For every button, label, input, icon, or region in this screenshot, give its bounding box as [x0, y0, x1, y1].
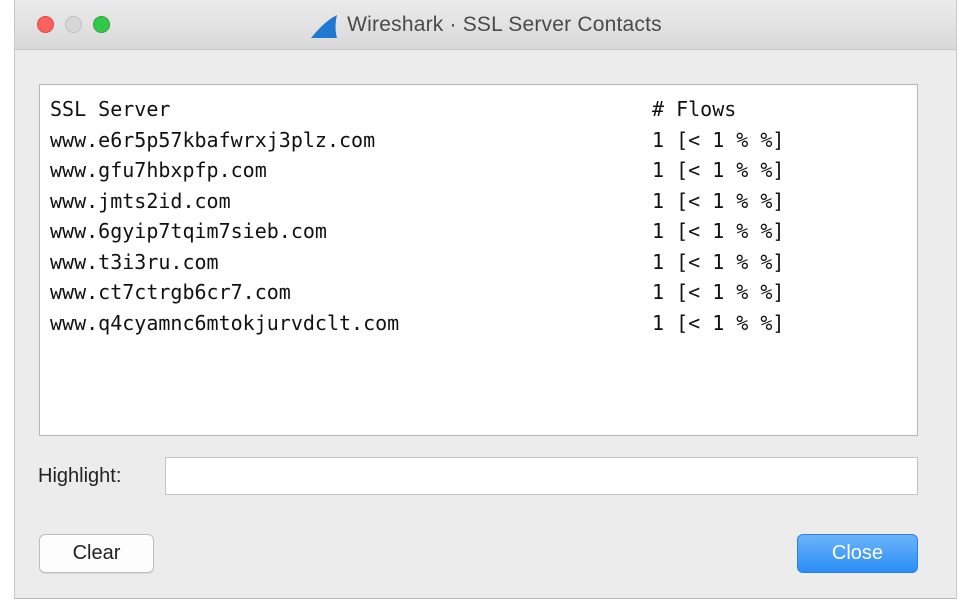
list-item[interactable]: www.ct7ctrgb6cr7.com 1 [< 1 % %] — [40, 277, 917, 308]
title-group: Wireshark · SSL Server Contacts — [15, 0, 956, 50]
wireshark-fin-icon — [311, 15, 338, 38]
window-title: Wireshark · SSL Server Contacts — [347, 13, 662, 36]
close-button[interactable]: Close — [797, 534, 918, 573]
list-item[interactable]: www.jmts2id.com 1 [< 1 % %] — [40, 186, 917, 217]
server-name: www.6gyip7tqim7sieb.com — [50, 219, 327, 243]
list-item[interactable]: www.q4cyamnc6mtokjurvdclt.com 1 [< 1 % %… — [40, 308, 917, 339]
list-item[interactable]: www.t3i3ru.com 1 [< 1 % %] — [40, 247, 917, 278]
list-item[interactable]: www.e6r5p57kbafwrxj3plz.com 1 [< 1 % %] — [40, 125, 917, 156]
server-name: www.gfu7hbxpfp.com — [50, 158, 267, 182]
highlight-label: Highlight: — [38, 465, 122, 487]
server-name: www.q4cyamnc6mtokjurvdclt.com — [50, 310, 400, 335]
flow-count: 1 [< 1 % %] — [652, 249, 785, 274]
flow-count: 1 [< 1 % %] — [652, 188, 785, 213]
column-header-server: SSL Server — [50, 97, 171, 121]
flow-count: 1 [< 1 % %] — [652, 127, 785, 152]
highlight-input[interactable] — [165, 457, 918, 495]
server-name: www.e6r5p57kbafwrxj3plz.com — [50, 127, 376, 152]
flow-count: 1 [< 1 % %] — [652, 310, 785, 335]
ssl-server-list[interactable]: SSL Server # Flows www.e6r5p57kbafwrxj3p… — [39, 84, 918, 436]
server-name: www.jmts2id.com — [50, 188, 231, 213]
clear-button[interactable]: Clear — [39, 534, 154, 573]
list-item[interactable]: www.gfu7hbxpfp.com 1 [< 1 % %] — [40, 155, 917, 186]
flow-count: 1 [< 1 % %] — [652, 158, 785, 182]
column-header-flows: # Flows — [652, 97, 737, 121]
server-name: www.ct7ctrgb6cr7.com — [50, 280, 291, 304]
flow-count: 1 [< 1 % %] — [652, 280, 785, 304]
flow-count: 1 [< 1 % %] — [652, 219, 785, 243]
server-name: www.t3i3ru.com — [50, 249, 219, 274]
title-bar[interactable]: Wireshark · SSL Server Contacts — [15, 0, 956, 50]
list-item[interactable]: www.6gyip7tqim7sieb.com 1 [< 1 % %] — [40, 216, 917, 247]
list-header-row: SSL Server # Flows — [40, 94, 917, 125]
